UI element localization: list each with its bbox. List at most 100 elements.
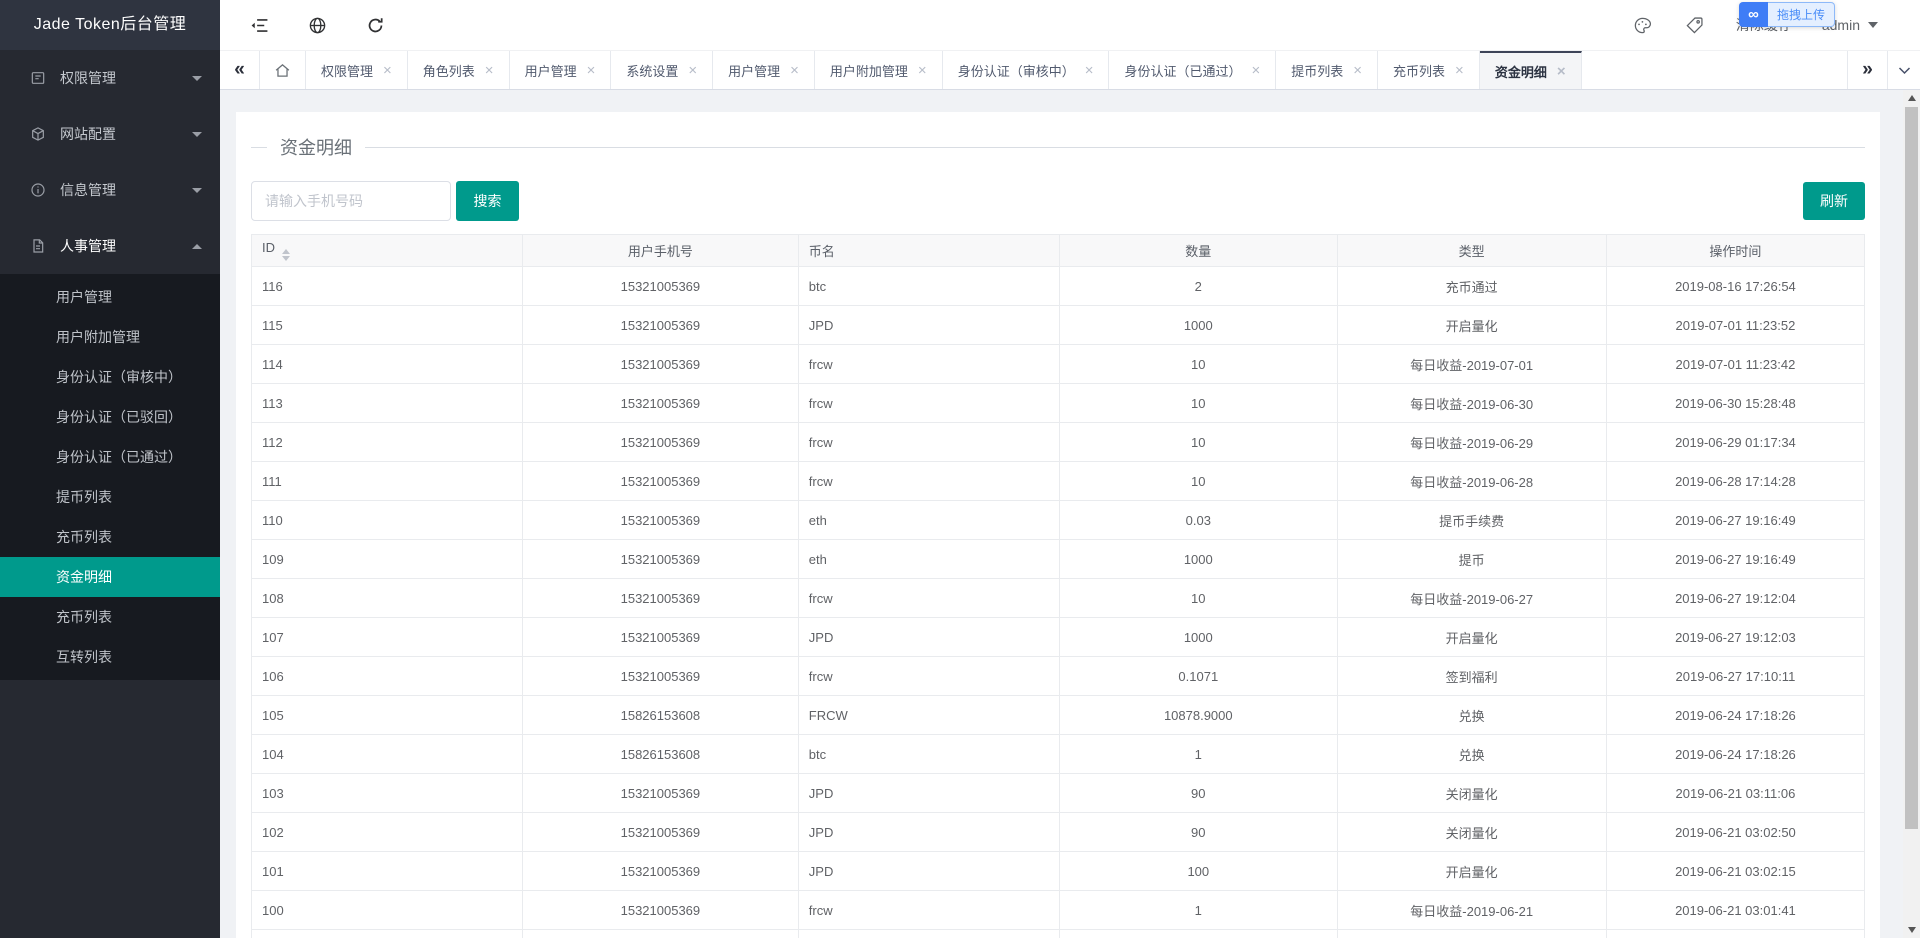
table-cell: 2019-06-27 19:16:49 [1606,501,1864,540]
table-cell: frcw [798,579,1059,618]
table-cell: 90 [1060,774,1337,813]
tabs-container: 权限管理×角色列表×用户管理×系统设置×用户管理×用户附加管理×身份认证（审核中… [306,51,1582,89]
scroll-up-arrow[interactable] [1903,90,1920,106]
table-cell: 10878.9000 [1060,696,1337,735]
refresh-icon[interactable] [364,14,386,36]
scroll-down-arrow[interactable] [1903,922,1920,938]
tabs-scroll-right-button[interactable]: » [1847,51,1887,89]
tab-close-icon[interactable]: × [790,63,799,78]
tab-close-icon[interactable]: × [1353,63,1362,78]
tab-label: 系统设置 [626,61,678,80]
sort-carets-icon[interactable] [282,249,290,261]
vertical-scrollbar[interactable] [1903,90,1920,938]
tabbar-spacer [1582,51,1847,89]
site-config-icon [29,125,47,143]
sidebar-group[interactable]: 权限管理 [0,50,220,106]
sidebar-nav: 权限管理网站配置信息管理人事管理用户管理用户附加管理身份认证（审核中）身份认证（… [0,50,220,680]
scrollbar-thumb[interactable] [1905,107,1918,829]
fund-detail-card: 资金明细 搜索 刷新 ID用户手机号币名数量类型操作时间 11615321005… [236,112,1880,938]
sidebar-item[interactable]: 资金明细 [0,557,220,597]
table-cell: 1000 [1060,540,1337,579]
tab-close-icon[interactable]: × [1085,63,1094,78]
drag-upload-button[interactable]: 拖拽上传 [1768,2,1835,27]
sidebar-group[interactable]: 信息管理 [0,162,220,218]
tab[interactable]: 用户管理× [510,51,612,89]
sidebar-item[interactable]: 用户附加管理 [0,317,220,357]
tab[interactable]: 系统设置 × [611,51,713,89]
table-cell: 开启量化 [1337,306,1606,345]
tab[interactable]: 权限管理× [306,51,408,89]
sidebar-item[interactable]: 充币列表 [0,517,220,557]
tab[interactable]: 身份认证（已通过）× [1109,51,1276,89]
table-row: 10015321005369frcw1每日收益-2019-06-212019-0… [252,891,1865,930]
sidebar-item[interactable]: 充币列表 [0,597,220,637]
sidebar-item[interactable]: 身份认证（已驳回） [0,397,220,437]
refresh-button[interactable]: 刷新 [1803,182,1865,220]
table-cell: eth [798,540,1059,579]
table-cell: 2019-06-27 19:12:03 [1606,618,1864,657]
table-row: 9915321005369JPD100开启量化2019-06-21 03:01:… [252,930,1865,938]
sidebar-item[interactable]: 用户管理 [0,277,220,317]
table-cell: 提币 [1337,540,1606,579]
table-cell: 0.03 [1060,501,1337,540]
table-cell: 充币通过 [1337,267,1606,306]
table-cell: JPD [798,618,1059,657]
app-title: Jade Token后台管理 [0,0,220,50]
table-cell: 15321005369 [522,657,798,696]
tab-close-icon[interactable]: × [1251,63,1260,78]
table-cell: 关闭量化 [1337,774,1606,813]
tabs-menu-button[interactable] [1887,51,1920,89]
column-header: 类型 [1337,235,1606,267]
tab[interactable]: 用户附加管理× [815,51,943,89]
table-cell: 15826153608 [522,696,798,735]
sidebar-group[interactable]: 人事管理 [0,218,220,274]
sidebar-item[interactable]: 互转列表 [0,637,220,677]
phone-search-input[interactable] [251,181,451,221]
collapse-sidebar-icon[interactable] [248,14,270,36]
tab[interactable]: 用户管理× [713,51,815,89]
tab-close-icon[interactable]: × [918,63,927,78]
tab[interactable]: 身份认证（审核中）× [943,51,1110,89]
sidebar-item[interactable]: 身份认证（已通过） [0,437,220,477]
table-cell: 2019-06-27 19:12:04 [1606,579,1864,618]
table-cell: 10 [1060,423,1337,462]
tabs-scroll-left-button[interactable]: « [220,51,260,89]
table-cell: 2019-08-16 17:26:54 [1606,267,1864,306]
tab[interactable]: 角色列表× [408,51,510,89]
table-cell: 102 [252,813,523,852]
tab-close-icon[interactable]: × [688,63,697,78]
home-tab[interactable] [260,51,306,89]
table-cell: 2019-06-28 17:14:28 [1606,462,1864,501]
column-header[interactable]: ID [252,235,523,267]
title-left-dash [251,147,267,148]
table-cell: 116 [252,267,523,306]
table-cell: 15321005369 [522,384,798,423]
tag-icon[interactable] [1684,14,1706,36]
table-cell: 每日收益-2019-06-29 [1337,423,1606,462]
tab-close-icon[interactable]: × [587,63,596,78]
column-header: 操作时间 [1606,235,1864,267]
theme-palette-icon[interactable] [1632,14,1654,36]
sidebar-group[interactable]: 网站配置 [0,106,220,162]
table-cell: frcw [798,345,1059,384]
table-row: 10415826153608btc1兑换2019-06-24 17:18:26 [252,735,1865,774]
tab-close-icon[interactable]: × [383,63,392,78]
search-button[interactable]: 搜索 [456,181,519,221]
tab-close-icon[interactable]: × [1455,63,1464,78]
language-globe-icon[interactable] [306,14,328,36]
table-row: 11115321005369frcw10每日收益-2019-06-282019-… [252,462,1865,501]
chevron-down-icon [192,132,202,137]
table-cell: frcw [798,462,1059,501]
table-cell: 15321005369 [522,306,798,345]
tab[interactable]: 资金明细× [1480,51,1582,89]
column-header: 数量 [1060,235,1337,267]
tab[interactable]: 充币列表× [1378,51,1480,89]
table-cell: 107 [252,618,523,657]
table-cell: JPD [798,930,1059,938]
tab-close-icon[interactable]: × [485,63,494,78]
sidebar-item[interactable]: 身份认证（审核中） [0,357,220,397]
tab[interactable]: 提币列表× [1276,51,1378,89]
fund-detail-table: ID用户手机号币名数量类型操作时间 11615321005369btc2充币通过… [251,234,1865,938]
tab-close-icon[interactable]: × [1557,64,1566,79]
sidebar-item[interactable]: 提币列表 [0,477,220,517]
